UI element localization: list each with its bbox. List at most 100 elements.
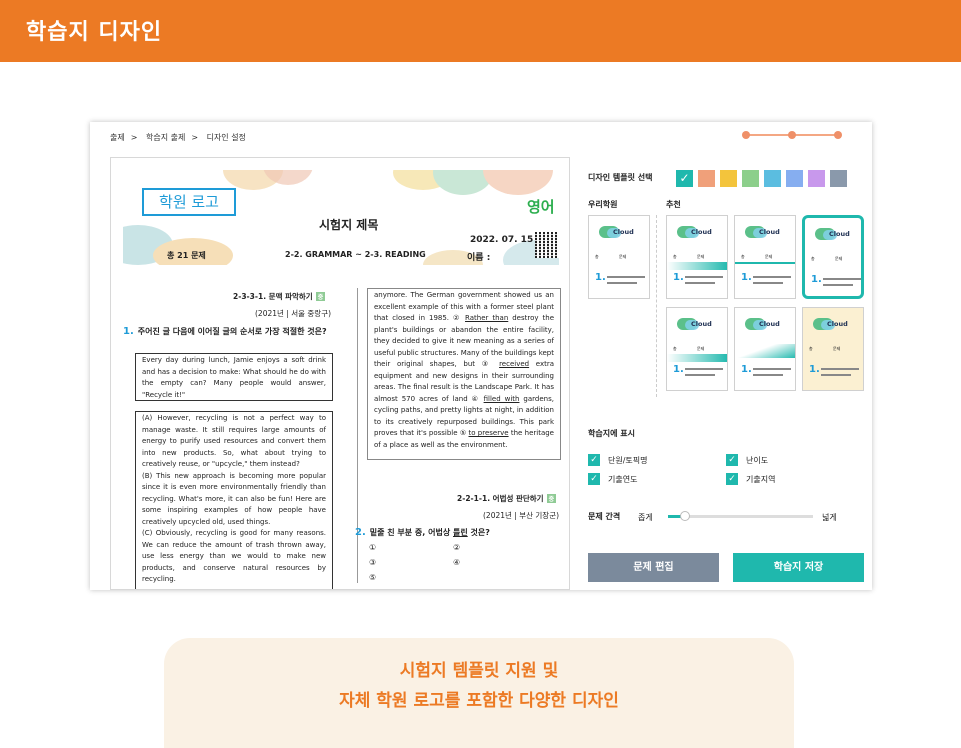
step-progress (742, 130, 842, 140)
color-swatch[interactable] (764, 170, 781, 187)
template-card[interactable]: Cloud 총 문제 1. (734, 215, 796, 299)
template-card[interactable]: Cloud 총 문제 1. (802, 215, 864, 299)
color-swatch[interactable] (698, 170, 715, 187)
q1-intro-box: Every day during lunch, Jamie enjoys a s… (135, 353, 333, 401)
check-unit-topic[interactable]: ✓ (588, 454, 600, 466)
breadcrumb-item[interactable]: 출제 (110, 133, 125, 142)
template-col: 총 (673, 254, 677, 259)
template-brand: Cloud (759, 320, 780, 328)
template-col: 문제 (697, 346, 705, 351)
template-num: 1. (595, 272, 606, 283)
edit-questions-button[interactable]: 문제 편집 (588, 553, 719, 582)
template-brand: Cloud (613, 228, 634, 236)
color-swatch[interactable] (830, 170, 847, 187)
q1-topic-tag: 2-3-3-1. 문맥 파악하기 중 (233, 291, 326, 302)
worksheet-title: 시험지 제목 (319, 218, 379, 232)
q1-question[interactable]: 1. 주어진 글 다음에 이어질 글의 순서로 가장 적절한 것은? (123, 326, 333, 338)
q2-option-1[interactable]: ① (369, 543, 376, 552)
q1-source: (2021년 | 서울 중랑구) (255, 309, 332, 318)
template-card[interactable]: Cloud총문제1. (666, 307, 728, 391)
breadcrumb-sep: > (130, 133, 138, 142)
q2-option-5[interactable]: ⑤ (369, 573, 376, 582)
template-col: 총 (741, 254, 745, 259)
step-dot (742, 131, 750, 139)
template-card[interactable]: Cloud총문제1. (802, 307, 864, 391)
unit-range: 2-2. GRAMMAR ~ 2-3. READING (285, 250, 426, 259)
check-exam-year[interactable]: ✓ (588, 473, 600, 485)
template-num: 1. (741, 364, 752, 375)
template-col: 총 (811, 256, 815, 261)
worksheet-header: 학원 로고 영어 시험지 제목 2022. 07. 15 이름 : 총 21 문… (123, 170, 559, 265)
template-num: 1. (673, 272, 684, 283)
spacing-wide-label: 넓게 (822, 513, 837, 522)
check-difficulty[interactable]: ✓ (726, 454, 738, 466)
template-card[interactable]: Cloud총문제1. (734, 307, 796, 391)
color-swatch[interactable] (742, 170, 759, 187)
difficulty-badge: 중 (315, 292, 326, 301)
app-window: 출제 > 학습지 출제 > 디자인 설정 학원 로고 영어 시험지 제목 2022.… (90, 122, 872, 590)
step-dot (788, 131, 796, 139)
q1-topic: 2-3-3-1. 문맥 파악하기 (233, 292, 313, 301)
breadcrumb-item[interactable]: 학습지 출제 (146, 133, 185, 142)
spacing-slider[interactable] (668, 511, 813, 521)
q2-option-4[interactable]: ④ (453, 558, 460, 567)
q2-source: (2021년 | 부산 기장군) (483, 511, 560, 520)
template-num: 1. (809, 364, 820, 375)
check-exam-region[interactable]: ✓ (726, 473, 738, 485)
passage-box: anymore. The German government showed us… (367, 288, 561, 460)
q2-number: 2. (355, 527, 366, 538)
color-swatch[interactable] (786, 170, 803, 187)
template-brand: Cloud (691, 320, 712, 328)
template-col: 총 (673, 346, 677, 351)
q1-choice-a: (A) However, recycling is not a perfect … (142, 414, 326, 468)
recommended-label: 추천 (666, 200, 681, 209)
q1-choices-box: (A) However, recycling is not a perfect … (135, 411, 333, 589)
template-col: 문제 (765, 254, 773, 259)
qr-code-icon (535, 232, 559, 258)
difficulty-badge: 중 (546, 494, 557, 503)
underline-2: Rather than (465, 314, 509, 322)
underline-5: to preserve (468, 429, 509, 437)
breadcrumb-item: 디자인 설정 (206, 133, 246, 142)
academy-logo[interactable]: 학원 로고 (142, 188, 236, 216)
template-brand: Cloud (827, 320, 848, 328)
spacing-narrow-label: 좁게 (638, 513, 653, 522)
worksheet-preview: 학원 로고 영어 시험지 제목 2022. 07. 15 이름 : 총 21 문… (110, 157, 570, 590)
template-label: 디자인 템플릿 선택 (588, 173, 653, 182)
caption-line-2: 자체 학원 로고를 포함한 다양한 디자인 (339, 691, 619, 711)
color-swatch[interactable] (808, 170, 825, 187)
underline-3: received (499, 360, 530, 368)
template-col: 문제 (619, 254, 627, 259)
template-brand: Cloud (759, 228, 780, 236)
caption-card: 시험지 템플릿 지원 및 자체 학원 로고를 포함한 다양한 디자인 (164, 638, 794, 748)
q2-option-2[interactable]: ② (453, 543, 460, 552)
q2-text: 밑줄 친 부분 중, 어법상 (369, 528, 453, 537)
my-academy-label: 우리학원 (588, 200, 618, 209)
save-worksheet-button[interactable]: 학습지 저장 (733, 553, 864, 582)
check-exam-year-label: 기출연도 (608, 475, 638, 484)
q2-option-3[interactable]: ③ (369, 558, 376, 567)
spacing-label: 문제 간격 (588, 512, 621, 521)
template-brand: Cloud (829, 230, 850, 238)
name-label: 이름 : (467, 253, 491, 263)
template-num: 1. (811, 274, 822, 285)
q1-choice-c: (C) Obviously, recycling is good for man… (142, 529, 326, 583)
template-num: 1. (741, 272, 752, 283)
check-unit-topic-label: 단원/토픽명 (608, 456, 648, 465)
template-col: 문제 (835, 256, 843, 261)
template-card[interactable]: Cloud총문제1. (588, 215, 650, 299)
color-swatch[interactable] (720, 170, 737, 187)
q2-text-underlined: 틀린 (452, 528, 468, 537)
q1-text: 주어진 글 다음에 이어질 글의 순서로 가장 적절한 것은? (137, 327, 327, 336)
q1-choice-b: (B) This new approach is becoming more p… (142, 471, 326, 526)
template-card[interactable]: Cloud총문제1. (666, 215, 728, 299)
q2-question[interactable]: 2. 밑줄 친 부분 중, 어법상 틀린 것은? (355, 527, 565, 539)
template-col: 문제 (697, 254, 705, 259)
template-col: 문제 (833, 346, 841, 351)
q1-number: 1. (123, 326, 134, 337)
slider-handle[interactable] (680, 511, 690, 521)
color-swatch[interactable]: ✓ (676, 170, 693, 187)
subject-label: 영어 (527, 198, 555, 216)
q2-text: 것은? (467, 528, 490, 537)
step-dot (834, 131, 842, 139)
